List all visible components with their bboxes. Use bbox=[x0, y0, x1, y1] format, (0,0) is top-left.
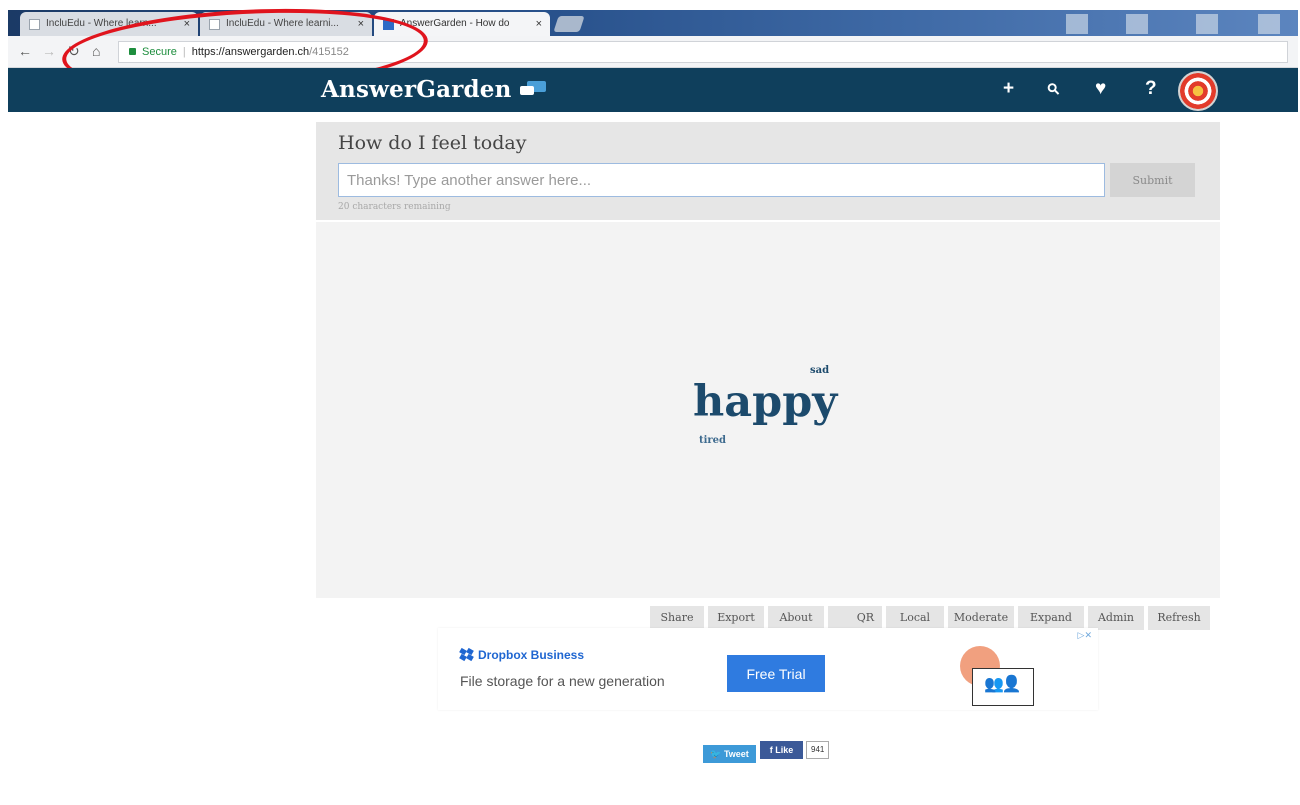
export-button[interactable]: Export bbox=[708, 606, 764, 630]
site-header: AnswerGarden + ⚲ ♥ ? bbox=[8, 68, 1298, 112]
speech-bubbles-icon bbox=[519, 81, 546, 96]
ad-illustration: 👥👤 bbox=[956, 638, 1046, 706]
tweet-label: Tweet bbox=[723, 748, 749, 759]
about-button[interactable]: About bbox=[768, 606, 824, 630]
heart-icon[interactable]: ♥ bbox=[1095, 78, 1106, 100]
help-icon[interactable]: ? bbox=[1145, 78, 1157, 100]
ad-brand: Dropbox Business bbox=[459, 647, 585, 662]
answer-input[interactable] bbox=[338, 163, 1105, 197]
dropbox-icon bbox=[459, 647, 474, 662]
free-trial-button[interactable]: Free Trial bbox=[727, 655, 825, 692]
plus-icon[interactable]: + bbox=[1003, 78, 1014, 100]
desktop-icon bbox=[1258, 14, 1280, 34]
adchoices-icon[interactable]: ▷✕ bbox=[1078, 630, 1092, 641]
cloud-word-sad[interactable]: sad bbox=[810, 365, 829, 376]
moderate-button[interactable]: Moderate bbox=[948, 606, 1014, 630]
facebook-like-button[interactable]: f Like bbox=[760, 741, 803, 759]
like-count: 941 bbox=[806, 741, 830, 759]
cloud-word-tired[interactable]: tired bbox=[699, 435, 726, 446]
share-button[interactable]: Share bbox=[650, 606, 704, 630]
expand-button[interactable]: Expand bbox=[1018, 606, 1084, 630]
question-panel: How do I feel today Submit 20 characters… bbox=[316, 122, 1220, 220]
forward-arrow-icon[interactable]: → bbox=[42, 43, 56, 59]
refresh-button[interactable]: Refresh bbox=[1148, 606, 1210, 630]
characters-remaining: 20 characters remaining bbox=[338, 202, 451, 212]
word-cloud: sad happy tired bbox=[316, 222, 1220, 598]
qr-button[interactable]: QR bbox=[828, 606, 882, 630]
desktop-icon bbox=[1126, 14, 1148, 34]
dropbox-ad[interactable]: Dropbox Business File storage for a new … bbox=[438, 628, 1098, 710]
desktop-icon bbox=[1066, 14, 1088, 34]
avatar[interactable] bbox=[1178, 71, 1218, 111]
facebook-icon: f bbox=[769, 745, 773, 755]
question-title: How do I feel today bbox=[338, 132, 527, 154]
desktop-icon bbox=[1196, 14, 1218, 34]
twitter-bird-icon: 🐦 bbox=[710, 748, 722, 759]
search-icon[interactable]: ⚲ bbox=[1043, 79, 1064, 99]
local-button[interactable]: Local bbox=[886, 606, 944, 630]
close-icon[interactable]: × bbox=[536, 12, 542, 36]
site-logo[interactable]: AnswerGarden bbox=[321, 76, 546, 103]
tweet-button[interactable]: 🐦 Tweet bbox=[703, 745, 756, 763]
page-icon bbox=[29, 19, 40, 30]
back-arrow-icon[interactable]: ← bbox=[18, 43, 32, 59]
cloud-word-happy[interactable]: happy bbox=[693, 377, 837, 427]
ad-tagline: File storage for a new generation bbox=[460, 673, 665, 689]
logo-text: AnswerGarden bbox=[321, 76, 512, 103]
ad-brand-text: Dropbox Business bbox=[478, 648, 585, 662]
admin-button[interactable]: Admin bbox=[1088, 606, 1144, 630]
submit-button[interactable]: Submit bbox=[1110, 163, 1195, 197]
like-label: Like bbox=[775, 745, 794, 755]
people-icon: 👥👤 bbox=[984, 676, 1022, 693]
new-tab-button[interactable] bbox=[553, 16, 585, 32]
